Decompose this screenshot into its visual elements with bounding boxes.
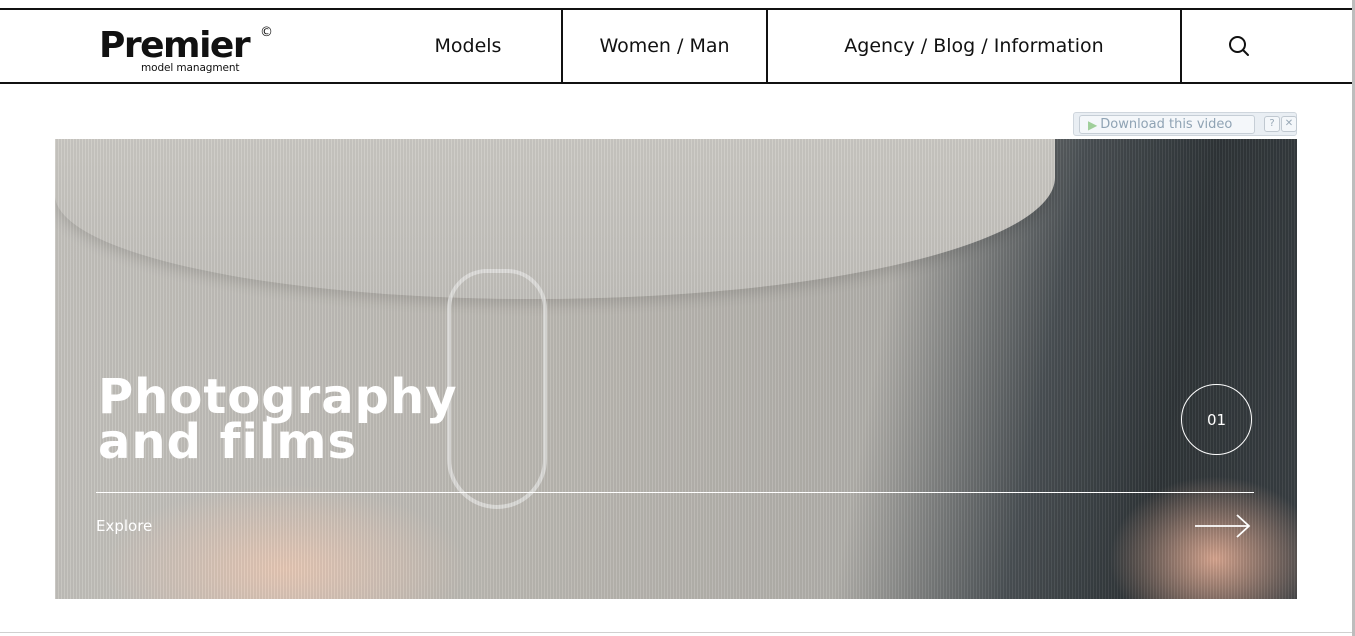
hero-title-line-2: and films	[98, 414, 358, 470]
nav-agency-blog-information[interactable]: Agency / Blog / Information	[768, 10, 1182, 82]
download-video-label: Download this video	[1100, 117, 1233, 132]
nav-models[interactable]: Models	[375, 10, 561, 82]
download-close-button[interactable]: ✕	[1281, 116, 1297, 132]
hero-video-banner[interactable]: Photography and films 01 Explore	[55, 139, 1297, 599]
logo-copyright-mark: ©	[260, 25, 273, 40]
logo[interactable]: Premier © model managment	[0, 10, 375, 82]
explore-link[interactable]: Explore	[96, 517, 152, 535]
page-divider	[0, 632, 1352, 633]
slide-number: 01	[1206, 410, 1227, 429]
play-icon: ▶	[1088, 117, 1098, 132]
download-video-bar: ▶ Download this video ? ✕	[1073, 112, 1297, 136]
site-header: Premier © model managment Models Women /…	[0, 8, 1352, 84]
hero-title: Photography and films	[98, 373, 458, 466]
slide-number-badge: 01	[1181, 384, 1252, 455]
arrow-right-icon[interactable]	[1193, 511, 1253, 545]
search-icon	[1228, 35, 1250, 57]
download-help-button[interactable]: ?	[1264, 116, 1280, 132]
search-button[interactable]	[1182, 10, 1296, 82]
nav-women-man[interactable]: Women / Man	[561, 10, 768, 82]
hero-divider	[96, 492, 1254, 493]
download-video-button[interactable]: ▶ Download this video	[1079, 115, 1255, 134]
logo-tagline: model managment	[141, 62, 240, 74]
logo-wordmark: Premier	[99, 25, 251, 66]
